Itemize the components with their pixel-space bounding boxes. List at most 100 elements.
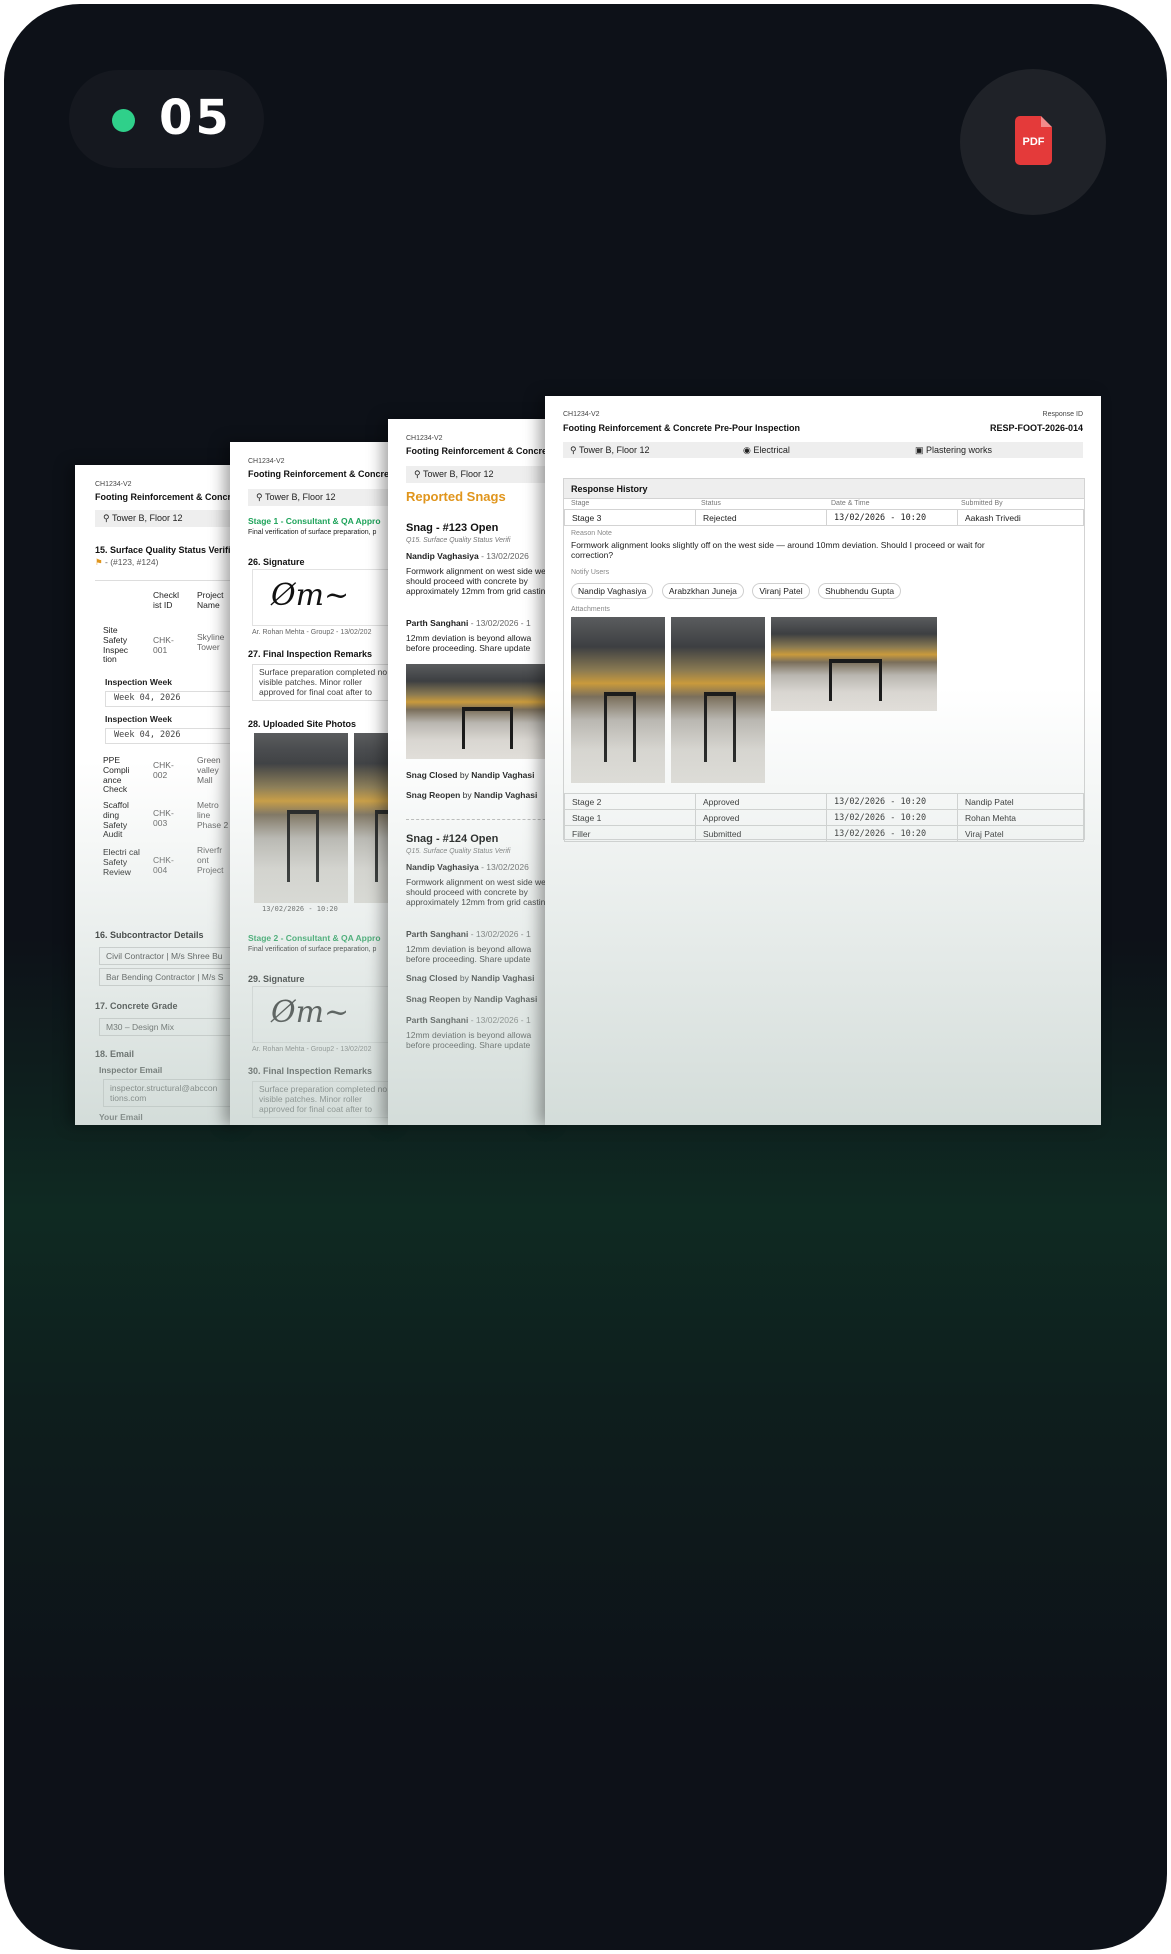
form-id: CH1234-V2 — [563, 411, 600, 418]
comment-text: 12mm deviation is beyond allowa before p… — [406, 633, 532, 653]
step-badge: 05 — [69, 70, 264, 168]
snag-123-question: Q15. Surface Quality Status Verifi — [406, 537, 511, 544]
user-chip[interactable]: Viranj Patel — [752, 583, 810, 599]
snag-123-title: Snag - #123 Open — [406, 522, 499, 534]
page-title: Footing Reinforcement & Concrete Pre-Pou… — [563, 423, 801, 433]
cell-stage: Stage 2 — [564, 793, 696, 810]
inspection-week-field: Week 04, 2026 — [105, 691, 243, 707]
comment-author: Parth Sanghani - 13/02/2026 - 1 — [406, 618, 531, 628]
table-row-name: PPE Compli ance Check — [103, 755, 130, 795]
pdf-export-button[interactable]: PDF — [960, 69, 1106, 215]
signature-box: Øm~ — [252, 986, 400, 1043]
snag-reopen-entry: Snag Reopen by Nandip Vaghasi — [406, 790, 538, 800]
site-photo[interactable] — [254, 733, 348, 903]
question-27: 27. Final Inspection Remarks — [248, 649, 373, 659]
signature-caption: Ar. Rohan Mehta - Group2 - 13/02/202 — [252, 629, 372, 636]
question-29: 29. Signature — [248, 974, 305, 984]
cell-submitted-by: Rohan Mehta — [957, 809, 1084, 826]
table-row[interactable]: Stage 2 Approved 13/02/2026 - 10:20 Nand… — [564, 793, 1084, 810]
question-26: 26. Signature — [248, 557, 305, 567]
question-17: 17. Concrete Grade — [95, 1001, 178, 1011]
inspector-email-label: Inspector Email — [99, 1065, 163, 1075]
stage-1-desc: Final verification of surface preparatio… — [248, 529, 377, 536]
location-item: ⚲ Tower B, Floor 12 — [570, 445, 650, 455]
attachments-label: Attachments — [571, 606, 610, 613]
clipboard-icon: ▣ — [915, 445, 927, 455]
history-table: Stage 2 Approved 13/02/2026 - 10:20 Nand… — [564, 793, 1084, 842]
inspection-week-label-2: Inspection Week — [105, 714, 172, 724]
user-chip[interactable]: Shubhendu Gupta — [818, 583, 902, 599]
page-title: Footing Reinforcement & Concrete — [95, 492, 245, 502]
user-chip[interactable]: Arabzkhan Juneja — [661, 583, 744, 599]
showcase-card: 05 PDF CH1234-V2 Footing Reinforcement &… — [4, 4, 1167, 1950]
inspector-email-field: inspector.structural@abccon tions.com — [103, 1079, 245, 1107]
location-bar: ⚲ Tower B, Floor 12 — [406, 466, 558, 483]
subcontractor-1: Civil Contractor | M/s Shree Bu — [99, 947, 245, 965]
signature-caption: Ar. Rohan Mehta - Group2 - 13/02/202 — [252, 1046, 372, 1053]
step-number: 05 — [159, 90, 232, 146]
status-dot — [112, 109, 135, 132]
meta-bar: ⚲ Tower B, Floor 12 ◉ Electrical ▣ Plast… — [563, 442, 1083, 458]
discipline-item: ◉ Electrical — [743, 445, 790, 455]
reported-snags-heading: Reported Snags — [406, 489, 506, 504]
location-text: Tower B, Floor 12 — [264, 492, 336, 502]
table-row-project: Green valley Mall — [197, 755, 221, 785]
stage-2-heading: Stage 2 - Consultant & QA Appro — [248, 933, 381, 943]
cell-status: Approved — [695, 793, 827, 810]
table-row-project: Metro line Phase 2 — [197, 800, 229, 830]
your-email-label: Your Email — [99, 1112, 143, 1122]
table-row-name: Electri cal Safety Review — [103, 847, 140, 877]
snag-124-title: Snag - #124 Open — [406, 833, 499, 845]
cell-submitted-by: Viraj Patel — [957, 825, 1084, 842]
attachment-photo[interactable] — [571, 617, 665, 783]
table-row[interactable]: Filler Submitted 13/02/2026 - 10:20 Vira… — [564, 825, 1084, 842]
location-text: Tower B, Floor 12 — [422, 469, 494, 479]
attachment-photo[interactable] — [671, 617, 765, 783]
question-30: 30. Final Inspection Remarks — [248, 1066, 373, 1076]
page-title: Footing Reinforcement & Concre — [406, 446, 548, 456]
column-header-stage: Stage — [571, 500, 590, 507]
cell-status: Approved — [695, 809, 827, 826]
location-bar: ⚲ Tower B, Floor 12 — [248, 489, 400, 506]
stage-1-heading: Stage 1 - Consultant & QA Appro — [248, 516, 381, 526]
form-id: CH1234-V2 — [95, 481, 132, 488]
pdf-page-1: CH1234-V2 Footing Reinforcement & Concre… — [75, 465, 245, 1125]
page-title: Footing Reinforcement & Concre — [248, 469, 390, 479]
table-row[interactable]: Stage 3 Rejected 13/02/2026 - 10:20 Aaka… — [564, 509, 1084, 526]
cell-status: Rejected — [695, 509, 827, 526]
cell-submitted-by: Nandip Patel — [957, 793, 1084, 810]
column-header-datetime: Date & Time — [831, 500, 870, 507]
snag-124-question: Q15. Surface Quality Status Verifi — [406, 848, 511, 855]
comment-text: 12mm deviation is beyond allowa before p… — [406, 944, 532, 964]
user-chip[interactable]: Nandip Vaghasiya — [571, 583, 654, 599]
table-row-project: Riverfr ont Project — [197, 845, 224, 875]
reason-note-text: Formwork alignment looks slightly off on… — [571, 540, 985, 560]
comment-author: Nandip Vaghasiya - 13/02/2026 — [406, 862, 529, 872]
remarks-field: Surface preparation completed no visible… — [252, 1081, 400, 1119]
question-15-ref: ⚑ - (#123, #124) — [95, 557, 159, 567]
comment-author: Parth Sanghani - 13/02/2026 - 1 — [406, 929, 531, 939]
cell-datetime: 13/02/2026 - 10:20 — [826, 793, 958, 810]
table-row-name: Site Safety Inspec tion — [103, 625, 129, 665]
response-id-label: Response ID — [1042, 411, 1083, 418]
flag-icon: ⚑ — [95, 557, 103, 567]
question-16: 16. Subcontractor Details — [95, 930, 204, 940]
snag-divider — [406, 819, 558, 820]
comment-text: Formwork alignment on west side we shoul… — [406, 566, 553, 596]
cell-stage: Filler — [564, 825, 696, 842]
comment-author: Nandip Vaghasiya - 13/02/2026 — [406, 551, 529, 561]
snag-photo[interactable] — [406, 664, 558, 759]
comment-text: 12mm deviation is beyond allowa before p… — [406, 1030, 532, 1050]
inspection-week-field-2: Week 04, 2026 — [105, 728, 243, 744]
table-row-id: CHK- 003 — [153, 808, 174, 828]
table-row[interactable]: Stage 1 Approved 13/02/2026 - 10:20 Roha… — [564, 809, 1084, 826]
question-18: 18. Email — [95, 1049, 135, 1059]
signature-box: Øm~ — [252, 569, 400, 626]
cell-stage: Stage 3 — [564, 509, 696, 526]
cell-datetime: 13/02/2026 - 10:20 — [826, 825, 958, 842]
remarks-field: Surface preparation completed no visible… — [252, 664, 400, 702]
work-item: ▣ Plastering works — [915, 445, 993, 455]
response-history-panel: Response History Stage Status Date & Tim… — [563, 478, 1085, 842]
comment-text: Formwork alignment on west side we shoul… — [406, 877, 553, 907]
attachment-photo[interactable] — [771, 617, 937, 711]
